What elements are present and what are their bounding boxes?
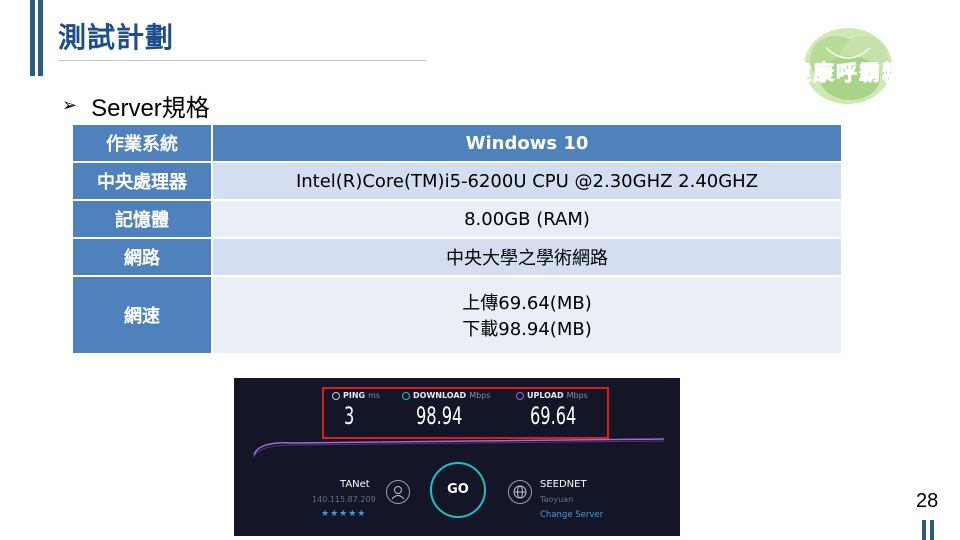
page-accent-bar-right — [930, 520, 934, 540]
download-line: 下載98.94(MB) — [462, 319, 592, 340]
ping-label: PING ms — [332, 391, 380, 400]
svg-text:健: 健 — [790, 61, 811, 85]
svg-text:呼: 呼 — [836, 61, 857, 85]
server-location: Taoyuan — [540, 495, 574, 504]
download-value: 98.94 — [416, 402, 463, 430]
cabbage-logo-icon: 健 康 呼 霸 粒 — [790, 28, 903, 104]
page-title: 測試計劃 — [58, 21, 175, 54]
bullet-arrow-icon: ➢ — [62, 95, 78, 115]
row-label: 網路 — [71, 237, 213, 277]
svg-text:康: 康 — [813, 61, 835, 85]
upload-label: UPLOAD Mbps — [516, 391, 588, 400]
server-spec-table: 作業系統 Windows 10 中央處理器 Intel(R)Core(TM)i5… — [71, 123, 843, 355]
server-name: SEEDNET — [540, 479, 587, 490]
bullet-item: ➢ Server規格 — [62, 88, 210, 123]
table-row: 網路 中央大學之學術網路 — [71, 237, 843, 277]
download-label: DOWNLOAD Mbps — [402, 391, 490, 400]
row-value: Windows 10 — [211, 123, 843, 163]
row-label: 中央處理器 — [71, 161, 213, 201]
logo: 健 康 呼 霸 粒 — [786, 18, 926, 118]
svg-text:霸: 霸 — [859, 61, 880, 85]
page-accent-bar-left — [922, 520, 926, 540]
row-value: 8.00GB (RAM) — [211, 199, 843, 239]
row-value: 上傳69.64(MB) 下載98.94(MB) — [211, 275, 843, 355]
isp-ip: 140.115.87.209 — [312, 495, 376, 504]
row-label: 網速 — [71, 275, 213, 355]
speedtest-screenshot: PING ms 3 DOWNLOAD Mbps 98.94 UPLOAD Mbp… — [234, 378, 680, 536]
page-number: 28 — [916, 490, 939, 512]
go-button[interactable]: GO — [430, 462, 486, 518]
upload-icon — [516, 391, 524, 400]
ping-icon — [332, 391, 340, 400]
row-value: 中央大學之學術網路 — [211, 237, 843, 277]
row-label: 記憶體 — [71, 199, 213, 239]
download-icon — [402, 391, 410, 400]
upload-value: 69.64 — [530, 402, 577, 430]
table-row: 網速 上傳69.64(MB) 下載98.94(MB) — [71, 275, 843, 355]
table-row: 作業系統 Windows 10 — [71, 123, 843, 163]
user-icon — [386, 480, 410, 504]
title-accent-bar-right — [38, 0, 43, 76]
change-server-link[interactable]: Change Server — [540, 510, 603, 520]
row-value: Intel(R)Core(TM)i5-6200U CPU @2.30GHZ 2.… — [211, 161, 843, 201]
isp-name: TANet — [340, 479, 370, 490]
globe-icon — [508, 480, 532, 504]
title-underline — [58, 60, 426, 61]
title-accent-bar-left — [30, 0, 35, 76]
bullet-text: Server規格 — [91, 95, 210, 122]
upload-line: 上傳69.64(MB) — [462, 293, 592, 314]
table-row: 記憶體 8.00GB (RAM) — [71, 199, 843, 239]
isp-rating-stars: ★★★★★ — [321, 509, 367, 519]
row-label: 作業系統 — [71, 123, 213, 163]
table-row: 中央處理器 Intel(R)Core(TM)i5-6200U CPU @2.30… — [71, 161, 843, 201]
speed-graph — [253, 438, 665, 458]
ping-value: 3 — [344, 402, 355, 430]
svg-text:粒: 粒 — [882, 61, 903, 85]
